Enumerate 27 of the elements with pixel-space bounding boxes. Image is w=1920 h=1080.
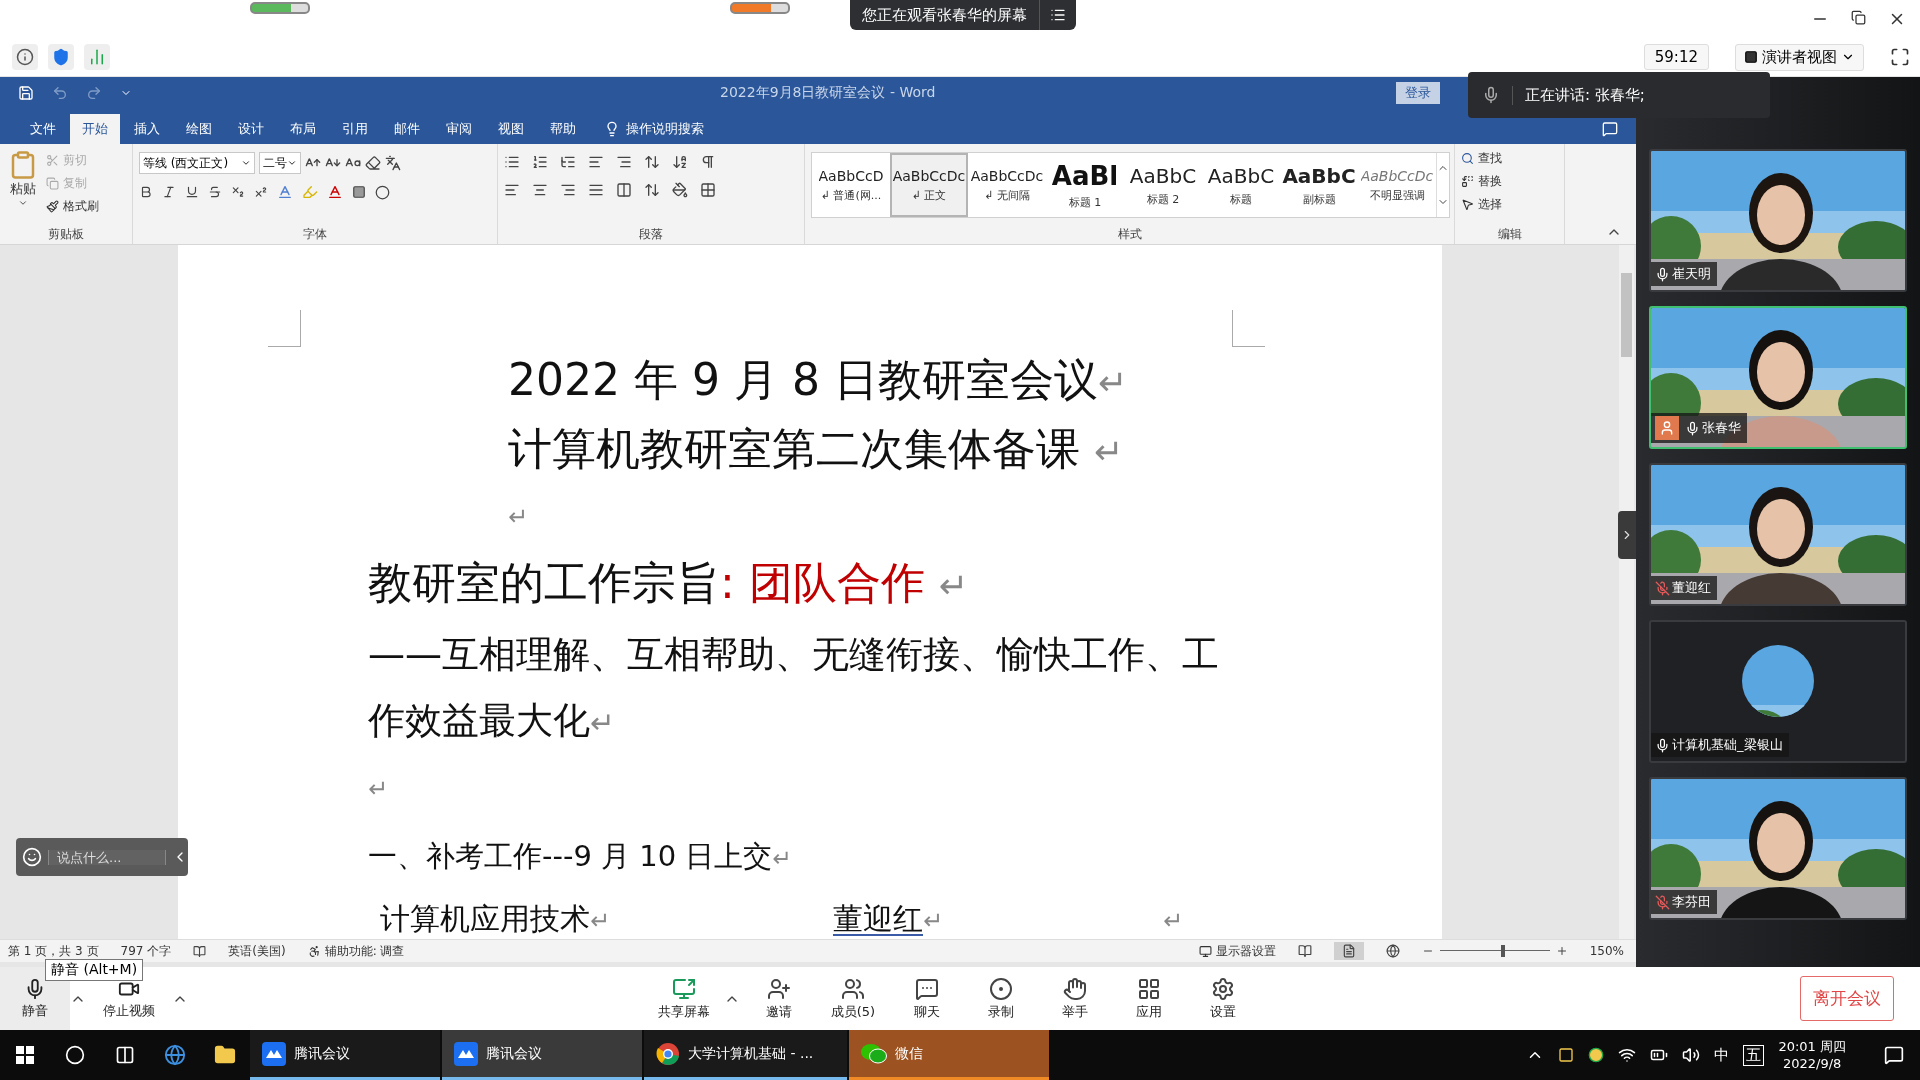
document-paragraph: 教研室的工作宗旨: 团队合作 ↵ [368, 556, 969, 610]
group-label: 段落 [638, 226, 664, 243]
tooltip: 静音 (Alt+M) [45, 959, 144, 981]
table-cell-text: 董迎红↵ [833, 900, 945, 938]
group-label: 剪贴板 [47, 226, 85, 243]
paragraph-mark: ↵ [508, 502, 529, 533]
word-count: 797 个字 [120, 942, 172, 960]
participant-name: 崔天明 [1651, 262, 1717, 286]
page-count: 第 1 页，共 3 页 [8, 942, 99, 960]
participant-name: 李芬田 [1651, 890, 1717, 914]
speaking-indicator: 正在讲话: 张春华; [1468, 72, 1770, 118]
participant-name: 张春华 [1651, 413, 1747, 443]
window-title: 2022年9月8日教研室会议 - Word [720, 84, 936, 102]
document-paragraph: ——互相理解、互相帮助、无缝衔接、愉快工作、工作效益最大化↵ [368, 632, 1220, 744]
group-label: 样式 [1116, 226, 1143, 243]
document-paragraph: 计算机教研室第二次集体备课 ↵ [508, 422, 1124, 476]
participant-name: 计算机基础_梁银山 [1651, 733, 1789, 757]
participant-name: 董迎红 [1651, 576, 1717, 600]
viewing-notice-text: 您正在观看张春华的屏幕 [861, 5, 1028, 25]
table-cell-text: 计算机应用技术↵ [380, 900, 612, 938]
table-cell-text: ↵ [1163, 906, 1185, 937]
group-label: 字体 [302, 226, 328, 243]
document-paragraph: 一、补考工作---9 月 10 日上交↵ [368, 838, 792, 875]
document-paragraph: 2022 年 9 月 8 日教研室会议↵ [508, 353, 1128, 407]
meeting-timer: 59:12 [1643, 44, 1709, 70]
group-label: 编辑 [1496, 226, 1523, 243]
paragraph-mark: ↵ [368, 774, 389, 805]
